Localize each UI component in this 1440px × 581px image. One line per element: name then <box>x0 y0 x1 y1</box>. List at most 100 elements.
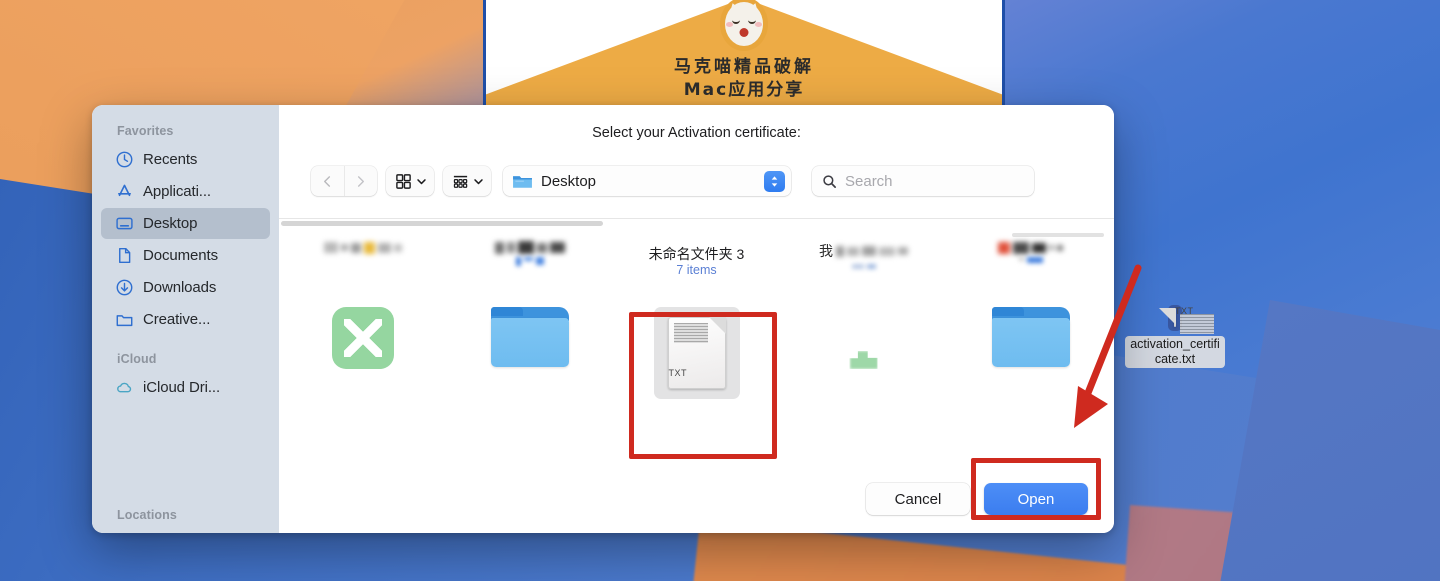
group-by-button[interactable] <box>443 166 491 196</box>
folder-front <box>991 318 1070 367</box>
file-row-icons: TXT <box>279 307 1114 399</box>
forward-button[interactable] <box>344 166 377 196</box>
annotation-arrow-icon <box>1074 264 1142 428</box>
document-type-tag: TXT <box>668 368 687 378</box>
toolbar: Desktop Search <box>311 164 1086 198</box>
sidebar-section-icloud-header: iCloud <box>117 352 157 366</box>
horizontal-scrollbar[interactable] <box>281 221 603 226</box>
document-fold-corner <box>1159 308 1176 325</box>
cat-nose <box>739 28 749 37</box>
sidebar-item-desktop[interactable]: Desktop <box>101 208 270 239</box>
path-label: Desktop <box>541 172 597 190</box>
chevron-right-icon <box>357 175 364 187</box>
list-item-untitled-folder-3[interactable]: 未命名文件夹 3 7 items <box>613 241 780 277</box>
download-arrow-icon <box>116 279 133 296</box>
list-item[interactable] <box>279 241 446 277</box>
list-item-folder[interactable] <box>446 307 613 367</box>
list-item[interactable]: 我 <box>780 241 947 277</box>
dialog-main-pane: Select your Activation certificate: Desk… <box>279 105 1114 533</box>
green-fragment-icon <box>849 351 878 369</box>
sidebar-item-label: Downloads <box>143 279 217 296</box>
sidebar-item-documents[interactable]: Documents <box>101 240 270 271</box>
sidebar-item-label: Creative... <box>143 311 211 328</box>
folder-tab <box>991 307 1024 316</box>
redacted-subtitle <box>515 257 544 266</box>
sidebar-item-label: Applicati... <box>143 183 211 200</box>
green-app-icon <box>331 307 394 369</box>
app-glyph <box>343 319 382 357</box>
list-item-selected-txt-file[interactable]: TXT <box>613 307 780 399</box>
document-icon <box>119 247 131 264</box>
list-item-fragment[interactable] <box>780 307 947 369</box>
up-down-stepper-icon[interactable] <box>764 170 785 192</box>
view-mode-button[interactable] <box>386 166 434 196</box>
wallpaper-band-blue-right <box>1217 300 1440 581</box>
sidebar-item-label: Desktop <box>143 215 198 232</box>
search-placeholder: Search <box>845 172 893 190</box>
sidebar: Favorites Recents Applicati... Desktop D… <box>92 105 279 533</box>
desktop-file-icon-wrap: TXT <box>1159 305 1214 334</box>
search-input[interactable]: Search <box>812 166 1034 196</box>
blue-folder-icon <box>513 175 532 188</box>
folder-tab <box>490 307 523 316</box>
path-dropdown[interactable]: Desktop <box>503 166 791 196</box>
horizontal-scrollbar-secondary[interactable] <box>1012 233 1104 237</box>
dialog-title: Select your Activation certificate: <box>592 125 801 141</box>
document-text-lines <box>1180 314 1214 334</box>
txt-document-icon: TXT <box>1159 306 1214 334</box>
chevron-left-icon <box>324 175 331 187</box>
cat-face-icon <box>725 1 763 46</box>
redacted-filename <box>998 241 1063 254</box>
sidebar-section-favorites-header: Favorites <box>117 124 174 138</box>
file-item-count: 7 items <box>676 263 717 277</box>
app-store-icon <box>117 184 132 197</box>
folder-front <box>490 318 569 367</box>
list-item-green-app[interactable] <box>279 307 446 369</box>
redacted-filename <box>323 241 402 254</box>
chevron-down-icon <box>417 178 426 184</box>
selected-file-highlight: TXT <box>653 307 740 399</box>
cat-cheek-left <box>726 22 733 27</box>
grid-view-icon <box>396 173 411 189</box>
folder-icon <box>116 315 133 327</box>
redacted-subtitle <box>1018 257 1043 266</box>
cat-eye-left <box>732 19 740 24</box>
banner-text-line1: 马克喵精品破解 <box>674 57 814 77</box>
dialog-footer: Cancel Open <box>866 483 1088 515</box>
sidebar-item-icloud-drive[interactable]: iCloud Dri... <box>101 372 270 403</box>
redacted-filename <box>494 241 565 254</box>
txt-document-icon: TXT <box>667 317 726 389</box>
blue-folder-icon <box>991 307 1070 367</box>
sidebar-section-locations-header: Locations <box>117 508 177 522</box>
open-button[interactable]: Open <box>984 483 1088 515</box>
sidebar-item-label: iCloud Dri... <box>143 379 221 396</box>
file-name-label-partial: 我 <box>819 243 833 259</box>
list-item[interactable] <box>446 241 613 277</box>
file-row-captions: 未命名文件夹 3 7 items 我 <box>279 241 1114 277</box>
redacted-filename <box>836 245 908 258</box>
sidebar-item-label: Recents <box>143 151 198 168</box>
sidebar-item-downloads[interactable]: Downloads <box>101 272 270 303</box>
blue-folder-icon <box>490 307 569 367</box>
cat-cheek-right <box>755 22 762 27</box>
sidebar-item-recents[interactable]: Recents <box>101 144 270 175</box>
document-fold-corner <box>708 317 726 334</box>
sidebar-item-label: Documents <box>143 247 218 264</box>
cloud-icon <box>117 382 132 393</box>
redacted-subtitle <box>851 264 876 273</box>
cancel-button[interactable]: Cancel <box>866 483 970 515</box>
back-button[interactable] <box>311 166 344 196</box>
file-name-label: 未命名文件夹 3 <box>648 246 745 262</box>
file-browser: 未命名文件夹 3 7 items 我 TXT <box>279 218 1114 465</box>
file-open-dialog: Favorites Recents Applicati... Desktop D… <box>92 105 1114 533</box>
document-text-lines <box>673 323 708 343</box>
chevron-down-icon <box>474 178 483 184</box>
sidebar-item-creative[interactable]: Creative... <box>101 304 270 335</box>
banner-text-line2: Mac应用分享 <box>683 80 805 100</box>
watermark-banner: 马克喵精品破解 Mac应用分享 <box>483 0 1005 105</box>
stepper-arrows-icon <box>771 175 778 187</box>
sidebar-item-applications[interactable]: Applicati... <box>101 176 270 207</box>
navigation-buttons <box>311 166 377 196</box>
cat-ear-left-icon <box>726 1 742 14</box>
clock-icon <box>116 151 133 168</box>
